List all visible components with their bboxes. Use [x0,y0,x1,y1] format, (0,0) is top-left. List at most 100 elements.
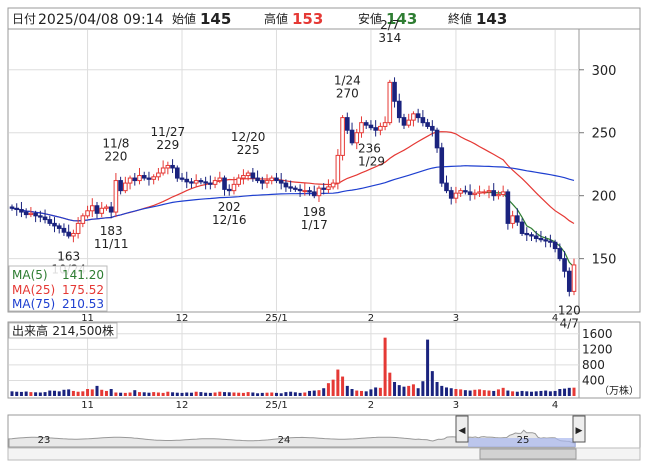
annotation-text: 1/17 [301,218,328,232]
navigator-year-25: 25 [517,435,530,446]
close-label: 終値 [448,11,472,26]
stock-chart[interactable]: 日付 2025/04/08 09:14 始値 145 高値 153 安値 143… [0,0,653,470]
volume-bar [298,392,302,396]
volume-bar [289,391,293,396]
candle-body [434,129,440,149]
volume-bar [350,389,354,396]
volume-bar [383,337,387,396]
candle-body [174,167,180,179]
candle-body [491,190,497,197]
volume-axis-ticks: 40080012001600 [582,327,613,388]
price-annotation: 2361/29 [358,141,385,168]
candle-body [359,122,364,134]
volume-date-tick-label: 4 [552,400,558,411]
candle-body [378,125,383,131]
price-tick-label: 200 [592,190,617,205]
candle-body [345,117,350,131]
navigator-left-handle[interactable]: ◀ [455,415,469,443]
volume-bar [156,392,160,396]
volume-bar [67,389,71,396]
volume-bar [364,391,368,396]
candle-body [255,177,260,182]
candle-body [467,191,473,195]
volume-bar [189,392,193,396]
volume-bar [511,391,515,396]
volume-bar [407,385,411,396]
candle-body [52,222,57,227]
volume-bar [38,392,42,396]
volume-bar [534,391,538,396]
left-arrow-icon: ◀ [459,426,466,436]
navigator-scrollbar-thumb[interactable] [479,448,577,460]
volume-bar [86,389,90,396]
price-annotation: 18311/11 [94,224,129,251]
candle-body [387,81,393,124]
volume-bar [100,389,104,396]
volume-bar [553,390,557,396]
volume-bar [10,391,14,396]
volume-bar [166,391,170,396]
price-tick-label: 300 [592,64,617,79]
price-tick-label: 150 [592,253,617,268]
volume-bar [463,390,467,396]
candle-body [264,180,270,184]
volume-bar [393,382,397,396]
annotation-text: 225 [237,143,260,157]
volume-bar [293,392,297,396]
volume-bar [317,390,321,396]
candle-body [448,190,454,199]
volume-bar [180,392,184,396]
candle-body [123,182,128,192]
volume-bar [369,389,373,396]
volume-bar [123,392,127,396]
candle-body [189,181,194,184]
right-arrow-icon: ▶ [576,426,583,436]
volume-bar [326,383,330,396]
candle-body [28,212,34,216]
candle-body [42,216,48,221]
annotation-text: 229 [156,138,179,152]
volume-bar [109,389,113,396]
price-annotation: 12/20225 [231,130,266,157]
volume-bar [539,390,543,396]
volume-bar [374,387,378,396]
price-annotations: 16310/2411/822018311/1111/2722920212/161… [51,18,580,330]
volume-bar [19,391,23,396]
navigator-right-handle[interactable]: ▶ [572,415,586,443]
candle-body [226,188,232,192]
volume-bar [520,390,524,396]
volume-bar [336,369,340,396]
candle-body [165,164,171,169]
candle-body [231,183,237,192]
volume-bar [341,376,345,396]
candle-body [425,122,430,127]
candle-body [132,177,138,182]
volume-bar [90,389,94,396]
volume-bar [194,391,198,396]
volume-date-tick-label: 12 [176,400,189,411]
volume-bar [515,391,519,396]
candle-body [566,270,572,292]
volume-bar [53,390,57,396]
candle-body [420,117,426,124]
candle-body [293,187,298,190]
annotation-text: 236 [358,141,381,155]
candle-body [316,187,322,197]
candle-body [278,180,284,184]
volume-bar [199,392,203,396]
candle-body [241,175,246,179]
volume-bar [331,379,335,396]
annotation-text: 11/8 [102,137,129,151]
candle-body [500,191,506,195]
volume-bar [496,389,500,396]
candle-body [85,210,90,217]
navigator[interactable]: 23 24 25 ◀ ▶ [7,414,641,461]
volume-bar [204,392,208,396]
candle-body [311,191,317,197]
price-tick-label: 250 [592,127,617,142]
candle-body [330,182,336,188]
candle-body [552,241,558,250]
volume-bar [284,392,288,396]
candle-body [75,222,81,234]
candle-body [453,192,459,199]
